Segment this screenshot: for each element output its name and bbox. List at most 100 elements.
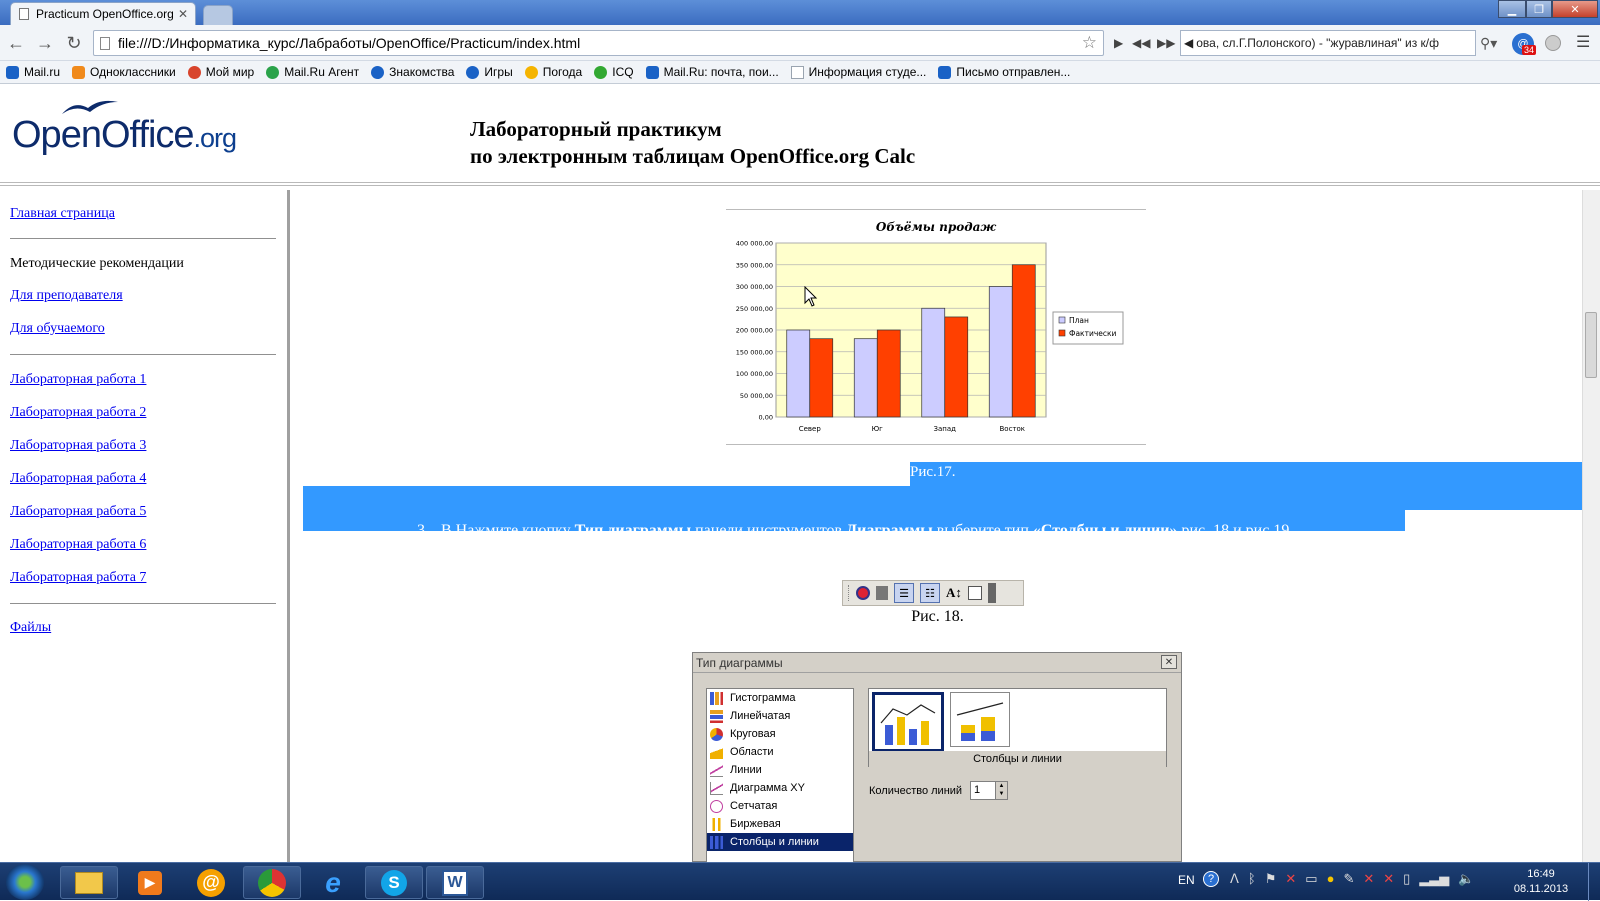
tray-x-icon[interactable]: ✕ xyxy=(1363,871,1374,887)
minimize-button[interactable]: ▁ xyxy=(1498,0,1526,18)
bookmark-item[interactable]: Mail.ru xyxy=(6,65,60,79)
bookmark-item[interactable]: Мой мир xyxy=(187,65,254,79)
y-tick-label: 400 000,00 xyxy=(736,240,773,248)
show-desktop-button[interactable] xyxy=(1588,863,1600,901)
variant-stacked-column-line[interactable] xyxy=(950,692,1010,747)
volume-icon[interactable]: 🔈 xyxy=(1458,871,1474,887)
bookmark-item[interactable]: Одноклассники xyxy=(72,65,176,79)
bookmark-item[interactable]: Mail.Ru Агент xyxy=(266,65,359,79)
grip-icon xyxy=(848,585,850,601)
page-title-line1: Лабораторный практикум xyxy=(470,117,722,141)
bookmark-item[interactable]: Информация студе... xyxy=(790,65,926,79)
tab-title: Practicum OpenOffice.org xyxy=(36,7,174,21)
fast-forward-icon[interactable]: ▶▶ xyxy=(1157,36,1175,50)
chart-type-item[interactable]: Линии xyxy=(707,761,853,779)
sidebar-link-lab-6[interactable]: Лабораторная работа 6 xyxy=(10,537,146,553)
new-tab-button[interactable] xyxy=(203,5,233,25)
chart-type-item[interactable]: Диаграмма XY xyxy=(707,779,853,797)
clock[interactable]: 16:49 08.11.2013 xyxy=(1512,867,1570,897)
sidebar-link-lab-7[interactable]: Лабораторная работа 7 xyxy=(10,570,146,586)
x-tick-label: Запад xyxy=(934,425,957,433)
sidebar-link-lab-1[interactable]: Лабораторная работа 1 xyxy=(10,372,146,388)
bookmark-item[interactable]: Mail.Ru: почта, пои... xyxy=(645,65,779,79)
scale-text-icon: A↕ xyxy=(946,585,962,600)
sidebar-link-student[interactable]: Для обучаемого xyxy=(10,321,105,337)
sidebar-link-home[interactable]: Главная страница xyxy=(10,206,115,222)
bookmark-item[interactable]: ICQ xyxy=(594,65,634,79)
back-arrow-icon[interactable]: ← xyxy=(6,33,26,53)
notification-badge: 34 xyxy=(1522,45,1537,55)
chart-type-item-selected[interactable]: Столбцы и линии xyxy=(707,833,853,851)
agent-icon xyxy=(266,65,280,79)
media-player-box[interactable]: ◀ ова, сл.Г.Полонского) - "журавлиная" и… xyxy=(1180,30,1476,56)
taskbar-chrome[interactable] xyxy=(243,866,301,899)
sidebar-link-teacher[interactable]: Для преподавателя xyxy=(10,288,123,304)
language-indicator[interactable]: EN xyxy=(1178,873,1195,887)
close-window-button[interactable]: ✕ xyxy=(1552,0,1598,18)
flag-icon[interactable]: ⚑ xyxy=(1265,871,1277,887)
page-icon xyxy=(100,37,110,50)
bookmark-item[interactable]: Игры xyxy=(466,65,513,79)
sidebar-link-lab-5[interactable]: Лабораторная работа 5 xyxy=(10,504,146,520)
divider xyxy=(10,354,276,355)
taskbar-explorer[interactable] xyxy=(60,866,118,899)
chart-type-item[interactable]: Сетчатая xyxy=(707,797,853,815)
media-track-text: ова, сл.Г.Полонского) - "журавлиная" из … xyxy=(1196,36,1439,50)
star-icon[interactable]: ☆ xyxy=(1082,33,1097,53)
area-chart-icon xyxy=(710,745,723,759)
reload-icon[interactable]: ↻ xyxy=(64,33,84,53)
chart-type-item[interactable]: Биржевая xyxy=(707,815,853,833)
variant-label: Столбцы и линии xyxy=(869,751,1166,767)
page-icon xyxy=(19,8,29,20)
forward-arrow-icon[interactable]: → xyxy=(35,33,55,53)
network-x-icon[interactable]: ✕ xyxy=(1285,871,1296,887)
sidebar-link-lab-3[interactable]: Лабораторная работа 3 xyxy=(10,438,146,454)
extension-icon[interactable] xyxy=(1545,35,1561,51)
lines-count-stepper[interactable]: 1 ▲ ▼ xyxy=(970,781,1008,800)
scrollbar-thumb[interactable] xyxy=(1585,312,1597,378)
page-scrollbar[interactable] xyxy=(1582,190,1600,862)
step-text: рис. 18 и рис 19. xyxy=(1177,522,1294,539)
rewind-icon[interactable]: ◀◀ xyxy=(1132,36,1150,50)
maximize-button[interactable]: ❐ xyxy=(1526,0,1552,18)
variant-column-line-selected[interactable] xyxy=(872,692,944,752)
play-icon[interactable]: ▶ xyxy=(1114,36,1123,50)
lines-count-value: 1 xyxy=(974,784,981,796)
dialog-close-icon[interactable]: ✕ xyxy=(1161,655,1177,669)
bookmark-item[interactable]: Знакомства xyxy=(371,65,454,79)
antivirus-icon[interactable]: ● xyxy=(1327,871,1335,887)
taskbar-word[interactable]: W xyxy=(426,866,484,899)
chart-type-item[interactable]: Области xyxy=(707,743,853,761)
bluetooth-icon[interactable]: ᛒ xyxy=(1248,871,1256,887)
menu-icon[interactable]: ☰ xyxy=(1576,32,1590,52)
search-icon[interactable]: ⚲▾ xyxy=(1480,35,1497,52)
sidebar-link-files[interactable]: Файлы xyxy=(10,620,51,636)
tray-x-icon[interactable]: ✕ xyxy=(1383,871,1394,887)
taskbar-skype[interactable]: S xyxy=(365,866,423,899)
bookmark-item[interactable]: Письмо отправлен... xyxy=(938,65,1070,79)
sidebar-link-lab-2[interactable]: Лабораторная работа 2 xyxy=(10,405,146,421)
taskbar-media-player[interactable]: ▶ xyxy=(121,866,179,899)
taskbar-ie[interactable]: e xyxy=(304,866,362,899)
tools-icon[interactable]: ✎ xyxy=(1343,871,1354,887)
close-tab-icon[interactable]: ✕ xyxy=(178,7,188,21)
tray-arrow-icon[interactable]: ᐱ xyxy=(1230,871,1239,887)
x-tick-label: Восток xyxy=(999,425,1025,433)
chart-type-list[interactable]: Гистограмма Линейчатая Круговая Области … xyxy=(706,688,854,863)
help-icon[interactable]: ? xyxy=(1203,871,1219,887)
chart-type-item[interactable]: Линейчатая xyxy=(707,707,853,725)
taskbar-mail-agent[interactable]: @ xyxy=(182,866,240,899)
chart-type-item[interactable]: Гистограмма xyxy=(707,689,853,707)
chart-type-item[interactable]: Круговая xyxy=(707,725,853,743)
signal-icon[interactable]: ▂▃▅ xyxy=(1419,871,1449,887)
start-button[interactable] xyxy=(6,864,44,900)
browser-tab-active[interactable]: Practicum OpenOffice.org ✕ xyxy=(10,2,196,25)
instruction-step-3: 3. В Нажмите кнопку Тип диаграммы панели … xyxy=(417,522,1293,540)
device-icon[interactable]: ▯ xyxy=(1403,871,1410,887)
sidebar-link-lab-4[interactable]: Лабораторная работа 4 xyxy=(10,471,146,487)
bar-chart-icon xyxy=(710,709,723,723)
stepper-arrows-icon[interactable]: ▲ ▼ xyxy=(995,782,1007,799)
bookmark-item[interactable]: Погода xyxy=(524,65,582,79)
monitor-icon[interactable]: ▭ xyxy=(1305,871,1317,887)
address-bar[interactable]: file:///D:/Информатика_курс/Лабработы/Op… xyxy=(93,30,1104,56)
